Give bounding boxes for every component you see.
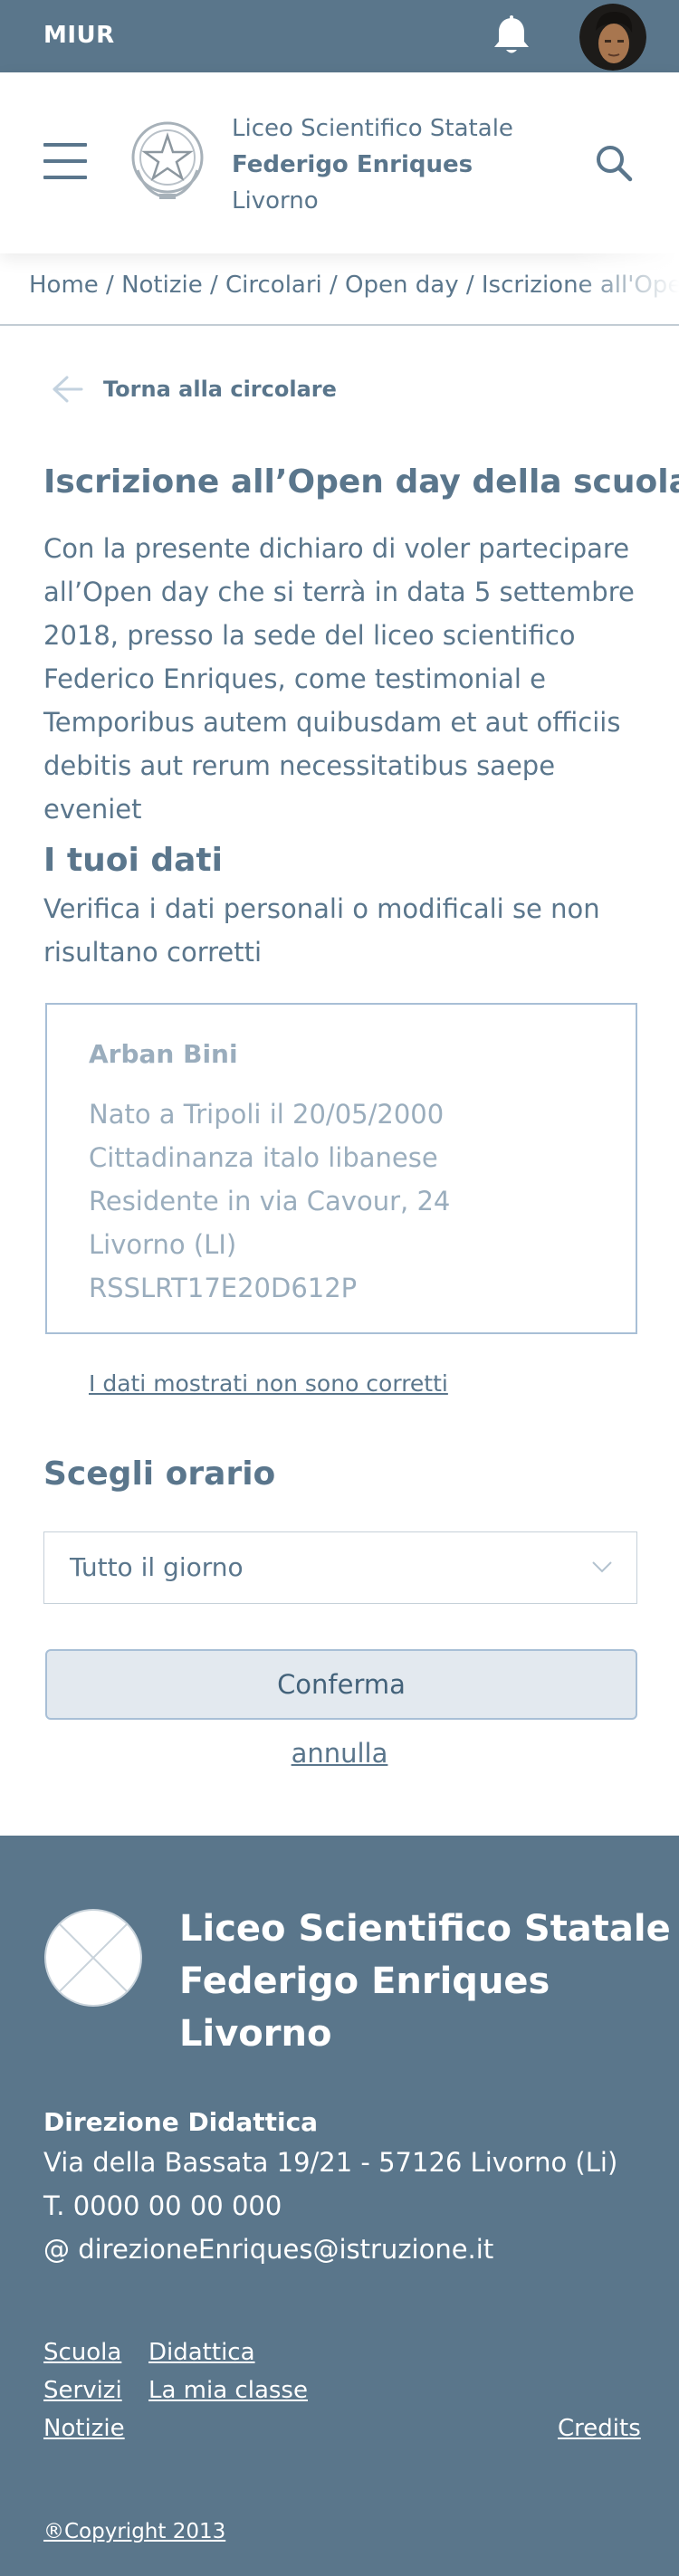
person-birth: Nato a Tripoli il 20/05/2000 bbox=[89, 1099, 445, 1130]
schedule-select[interactable]: Tutto il giorno bbox=[43, 1531, 637, 1604]
confirm-button[interactable]: Conferma bbox=[45, 1649, 637, 1720]
chevron-down-icon bbox=[592, 1561, 612, 1573]
footer-school-line1: Liceo Scientifico Statale bbox=[179, 1908, 671, 1950]
footer-school-name: Liceo Scientifico Statale Federigo Enriq… bbox=[179, 1903, 671, 2060]
brand-label[interactable]: MIUR bbox=[43, 22, 115, 49]
schedule-heading: Scegli orario bbox=[43, 1455, 276, 1493]
footer-school-line3: Livorno bbox=[179, 2013, 332, 2055]
school-name-line3: Livorno bbox=[232, 187, 319, 215]
personal-data-card: Arban Bini Nato a Tripoli il 20/05/2000 … bbox=[45, 1003, 637, 1334]
school-name-line2: Federigo Enriques bbox=[232, 151, 473, 178]
bell-icon[interactable] bbox=[491, 14, 532, 58]
top-bar: MIUR bbox=[0, 0, 679, 72]
person-name: Arban Bini bbox=[89, 1039, 238, 1069]
search-icon[interactable] bbox=[594, 143, 634, 183]
footer-copyright[interactable]: ®Copyright 2013 bbox=[43, 2520, 225, 2543]
schedule-selected-value: Tutto il giorno bbox=[70, 1552, 244, 1582]
data-subtitle: Verifica i dati personali o modificali s… bbox=[43, 893, 600, 968]
footer-link-didattica[interactable]: Didattica bbox=[148, 2339, 255, 2366]
breadcrumb: Home / Notizie / Circolari / Open day / … bbox=[0, 253, 679, 326]
person-fiscal-code: RSSLRT17E20D612P bbox=[89, 1273, 358, 1303]
back-link-label: Torna alla circolare bbox=[103, 377, 337, 402]
emblem-icon[interactable] bbox=[129, 116, 206, 203]
footer-link-scuola[interactable]: Scuola bbox=[43, 2339, 121, 2366]
footer-link-servizi[interactable]: Servizi bbox=[43, 2377, 122, 2404]
footer-school-line2: Federigo Enriques bbox=[179, 1961, 550, 2002]
footer-link-mia-classe[interactable]: La mia classe bbox=[148, 2377, 308, 2404]
footer-dir-title: Direzione Didattica bbox=[43, 2107, 319, 2137]
school-name-line1: Liceo Scientifico Statale bbox=[232, 115, 513, 142]
school-name[interactable]: Liceo Scientifico Statale Federigo Enriq… bbox=[232, 110, 513, 219]
footer-address: Via della Bassata 19/21 - 57126 Livorno … bbox=[43, 2147, 618, 2178]
person-citizenship: Cittadinanza italo libanese bbox=[89, 1142, 438, 1173]
footer-email[interactable]: @ direzioneEnriques@istruzione.it bbox=[43, 2234, 493, 2265]
footer-link-notizie[interactable]: Notizie bbox=[43, 2415, 125, 2442]
cancel-link: annulla bbox=[0, 1738, 679, 1769]
cancel-link-label[interactable]: annulla bbox=[292, 1738, 388, 1769]
avatar[interactable] bbox=[579, 4, 646, 71]
person-address: Residente in via Cavour, 24 bbox=[89, 1186, 451, 1216]
wrong-data-link[interactable]: I dati mostrati non sono corretti bbox=[89, 1370, 448, 1397]
data-heading: I tuoi dati bbox=[43, 842, 223, 879]
person-city: Livorno (LI) bbox=[89, 1229, 237, 1260]
footer-logo[interactable] bbox=[43, 1908, 143, 2008]
menu-icon[interactable] bbox=[43, 143, 87, 179]
site-header: Liceo Scientifico Statale Federigo Enriq… bbox=[0, 72, 679, 253]
footer-link-credits[interactable]: Credits bbox=[558, 2415, 641, 2442]
footer-phone: T. 0000 00 00 000 bbox=[43, 2190, 282, 2221]
intro-text: Con la presente dichiaro di voler partec… bbox=[43, 533, 635, 825]
back-link[interactable]: Torna alla circolare bbox=[51, 371, 337, 407]
breadcrumb-fade bbox=[570, 253, 679, 324]
footer: Liceo Scientifico Statale Federigo Enriq… bbox=[0, 1836, 679, 2576]
page-title: Iscrizione all’Open day della scuola bbox=[43, 463, 679, 501]
arrow-left-icon bbox=[53, 376, 83, 403]
